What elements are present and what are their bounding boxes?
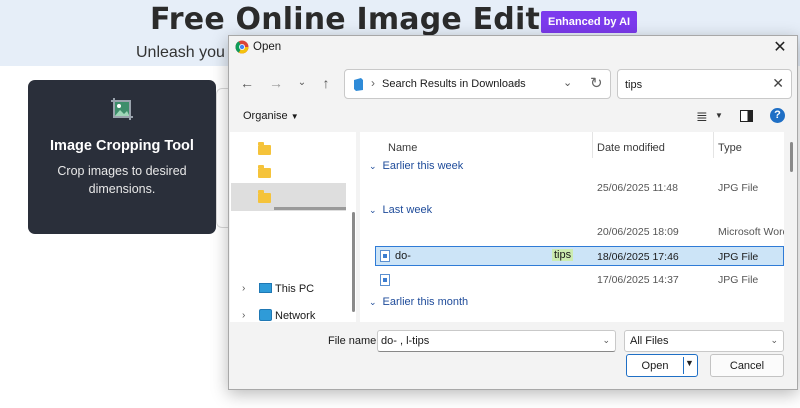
search-field[interactable]: tips ✕ <box>617 69 792 99</box>
refresh-icon[interactable]: ↻ <box>590 74 603 92</box>
help-icon[interactable]: ? <box>770 108 785 123</box>
file-type-select[interactable]: All Files ⌄ <box>624 330 784 352</box>
file-type: JPG File <box>718 182 759 194</box>
organise-menu-button[interactable]: Organise ▼ <box>243 110 299 122</box>
search-match-highlight: tips <box>552 249 574 261</box>
column-header-date-modified[interactable]: Date modified ⌄ <box>597 138 665 158</box>
nav-item-label: This PC <box>275 283 315 295</box>
folder-icon[interactable] <box>258 142 271 155</box>
computer-icon <box>259 283 272 293</box>
collapse-chevron-icon: ⌄ <box>369 161 377 171</box>
group-label: Earlier this week <box>382 160 464 172</box>
expand-chevron-icon[interactable]: › <box>242 283 245 294</box>
view-options-icon[interactable]: ≣ <box>696 108 708 125</box>
preview-pane-icon[interactable] <box>740 110 753 122</box>
file-list-scrollbar[interactable] <box>790 142 793 172</box>
network-icon <box>259 309 272 321</box>
navigation-bar: ← → ⌄ ↑ › Search Results in Downloads › … <box>229 66 797 100</box>
sort-chevron-icon: ⌄ <box>649 141 656 150</box>
close-icon[interactable]: ✕ <box>769 37 791 59</box>
group-label: Last week <box>382 204 433 216</box>
page-title: Free Online Image Editor <box>150 2 576 37</box>
image-cropping-tool-card[interactable]: Image Cropping Tool Crop images to desir… <box>28 80 216 234</box>
file-date: 17/06/2025 14:37 <box>597 274 679 286</box>
file-name: do- <box>395 250 411 262</box>
file-type: Microsoft Word <box>718 226 784 238</box>
file-date: 18/06/2025 17:46 <box>597 251 679 263</box>
open-options-dropdown-icon[interactable]: ▼ <box>685 358 694 368</box>
jpg-file-icon <box>380 250 390 262</box>
jpg-file-icon[interactable] <box>380 274 390 286</box>
open-button[interactable]: Open ▼ <box>626 354 698 377</box>
chrome-icon <box>235 40 249 54</box>
chevron-down-icon[interactable]: ⌄ <box>770 335 778 346</box>
file-name-input[interactable]: do- , l-tips ⌄ <box>377 330 616 352</box>
recent-locations-chevron-icon[interactable]: ⌄ <box>293 74 311 92</box>
tool-card-description: Crop images to desired dimensions. <box>57 164 187 196</box>
file-date: 25/06/2025 11:48 <box>597 182 678 194</box>
view-dropdown-icon[interactable]: ▼ <box>715 111 723 120</box>
file-date: 20/06/2025 18:09 <box>597 226 679 238</box>
open-button-label: Open <box>641 360 669 372</box>
dialog-titlebar: Open ✕ <box>229 36 797 60</box>
breadcrumb-chevron-icon[interactable]: › <box>514 76 518 90</box>
breadcrumb-chevron-icon[interactable]: › <box>371 76 375 90</box>
page-subtitle: Unleash you <box>136 44 225 61</box>
dialog-title: Open <box>253 41 282 53</box>
nav-pane-vertical-scrollbar[interactable] <box>352 212 355 312</box>
file-list: Name Date modified ⌄ Type ⌄ Earlier this … <box>360 132 784 322</box>
column-header-name[interactable]: Name <box>388 138 417 158</box>
navigation-pane: › This PC › Network <box>230 132 356 322</box>
column-separator[interactable] <box>713 132 714 158</box>
file-name-label: File name: <box>328 335 380 347</box>
crop-image-icon <box>111 98 133 120</box>
address-path[interactable]: Search Results in Downloads <box>382 78 526 90</box>
back-arrow-icon[interactable]: ← <box>238 74 256 92</box>
group-header[interactable]: ⌄ Last week <box>369 204 432 216</box>
table-row-selected[interactable]: do- tips 18/06/2025 17:46 JPG File <box>375 246 784 266</box>
column-separator[interactable] <box>592 132 593 158</box>
group-header[interactable]: ⌄ Earlier this week <box>369 160 463 172</box>
file-type-value: All Files <box>630 335 669 347</box>
organise-label: Organise <box>243 110 288 122</box>
forward-arrow-icon[interactable]: → <box>267 74 285 92</box>
search-value[interactable]: tips <box>625 79 642 91</box>
expand-chevron-icon[interactable]: › <box>242 310 245 321</box>
up-arrow-icon[interactable]: ↑ <box>317 74 335 92</box>
nav-pane-scrollbar[interactable] <box>274 207 346 210</box>
address-bar[interactable]: › Search Results in Downloads › ⌄ ↻ <box>344 69 611 99</box>
ai-badge: Enhanced by AI <box>541 11 638 33</box>
tool-card-title: Image Cropping Tool <box>50 138 194 154</box>
chevron-down-icon[interactable]: ⌄ <box>602 335 610 346</box>
cancel-button[interactable]: Cancel <box>710 354 784 377</box>
open-file-dialog: Open ✕ ← → ⌄ ↑ › Search Results in Downl… <box>228 35 798 390</box>
column-header-type[interactable]: Type <box>718 138 742 158</box>
collapse-chevron-icon: ⌄ <box>369 297 377 307</box>
split-divider <box>683 357 684 374</box>
file-type: JPG File <box>718 274 759 286</box>
address-dropdown-icon[interactable]: ⌄ <box>563 76 572 89</box>
group-label: Earlier this month <box>382 296 469 308</box>
folder-icon[interactable] <box>258 190 271 203</box>
clear-search-icon[interactable]: ✕ <box>772 75 784 92</box>
collapse-chevron-icon: ⌄ <box>369 205 377 215</box>
search-results-icon <box>354 78 363 91</box>
file-type: JPG File <box>718 251 759 263</box>
cancel-button-label: Cancel <box>729 360 765 372</box>
nav-item-label: Network <box>275 310 316 322</box>
command-bar: Organise ▼ ≣ ▼ ? <box>229 106 797 130</box>
folder-icon[interactable] <box>258 165 271 178</box>
group-header[interactable]: ⌄ Earlier this month <box>369 296 468 308</box>
file-name-value[interactable]: do- , l-tips <box>381 335 429 347</box>
